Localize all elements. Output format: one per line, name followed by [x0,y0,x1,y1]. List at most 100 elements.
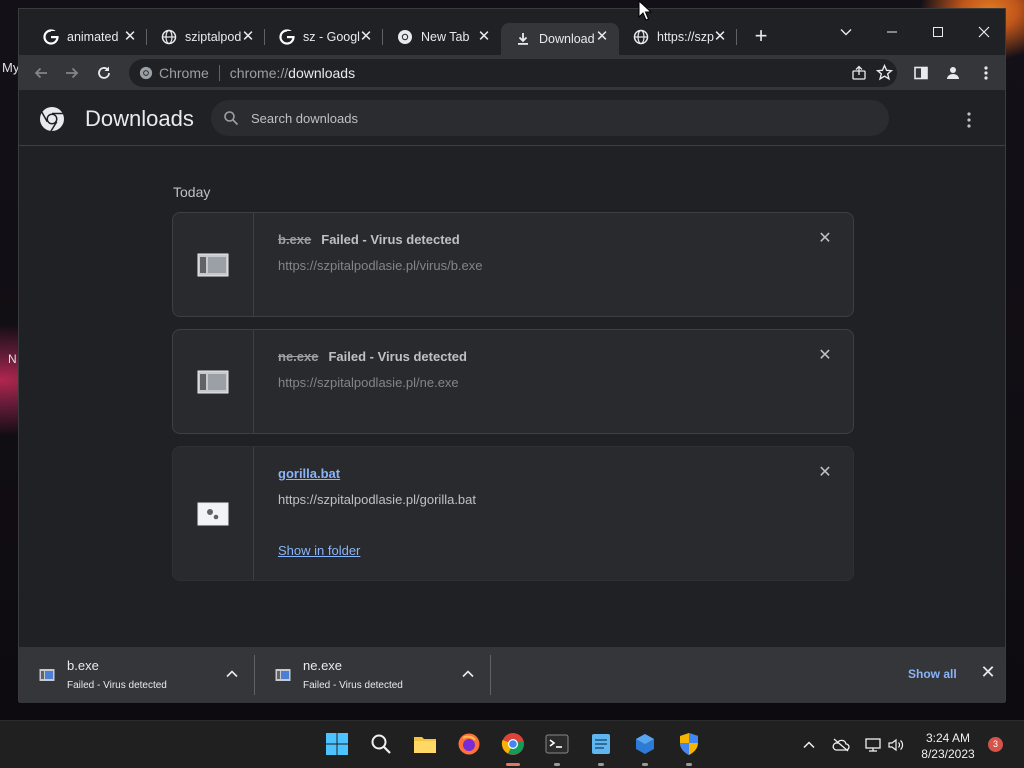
clock-time: 3:24 AM [925,731,971,745]
tab-google-search[interactable]: sz - Googl ✕ [265,23,383,51]
running-indicator [506,763,520,766]
exe-file-icon [197,370,229,393]
search-box[interactable] [211,100,889,136]
show-all-button[interactable]: Show all [908,667,957,681]
security-button[interactable] [676,731,702,757]
chevron-up-icon[interactable] [225,667,239,681]
browser-toolbar: Chrome chrome://downloads [19,55,1005,91]
tab-sziptalpod[interactable]: sziptalpod ✕ [147,23,265,51]
close-icon[interactable]: ✕ [711,28,729,46]
globe-icon [161,29,177,45]
close-icon[interactable]: ✕ [593,28,611,46]
tab-separator [736,29,737,45]
remove-download-button[interactable]: ✕ [817,348,833,364]
folder-icon [414,737,436,753]
window-close-button[interactable] [961,17,1007,47]
tab-new-tab[interactable]: New Tab ✕ [383,23,501,51]
notepad-button[interactable] [588,731,614,757]
terminal-button[interactable] [544,731,570,757]
notification-badge[interactable]: 3 [988,737,1003,752]
search-button[interactable] [368,731,394,757]
shelf-item-name: ne.exe [303,658,343,673]
file-explorer-button[interactable] [412,731,438,757]
tab-downloads[interactable]: Download ✕ [501,23,619,55]
running-indicator [686,763,692,766]
maximize-button[interactable] [915,17,961,47]
app-button[interactable] [632,731,658,757]
notepad-icon [592,734,610,754]
close-icon [978,26,990,38]
back-button[interactable] [29,61,53,85]
shelf-item-name: b.exe [67,658,99,673]
running-indicator [642,763,648,766]
download-filename-link[interactable]: gorilla.bat [278,466,340,481]
download-card: b.exe Failed - Virus detected https://szp… [172,212,854,317]
close-shelf-button[interactable]: ✕ [979,663,997,681]
maximize-icon [933,26,943,37]
side-panel-icon [914,66,928,80]
star-icon[interactable] [875,63,894,84]
cloud-off-icon [832,738,850,752]
network-tray[interactable] [863,735,883,755]
tab-url[interactable]: https://szp ✕ [619,23,737,51]
shelf-item[interactable]: ne.exe Failed - Virus detected [255,653,491,697]
minimize-button[interactable] [869,17,915,47]
downloads-page: Downloads Today b.exe Failed - Virus dete… [19,92,1005,646]
cube-app-icon [636,734,654,754]
browser-menu-button[interactable] [974,61,998,85]
minimize-icon [887,31,897,33]
close-icon[interactable]: ✕ [121,28,139,46]
bat-file-icon [197,502,229,525]
search-icon [371,734,391,754]
terminal-icon [545,734,569,754]
chrome-icon [501,733,524,755]
close-icon[interactable]: ✕ [357,28,375,46]
download-card: ne.exe Failed - Virus detected https://sz… [172,329,854,434]
address-bar[interactable]: Chrome chrome://downloads [129,59,897,87]
close-icon[interactable]: ✕ [475,28,493,46]
google-icon [279,29,295,45]
onedrive-tray[interactable] [831,735,851,755]
start-button[interactable] [324,731,350,757]
close-icon[interactable]: ✕ [239,28,257,46]
remove-download-button[interactable]: ✕ [817,231,833,247]
downloads-menu-button[interactable] [959,110,979,130]
show-in-folder-link[interactable]: Show in folder [278,543,360,558]
page-header: Downloads [19,92,1005,146]
windows-logo-icon [326,733,348,755]
firefox-button[interactable] [456,731,482,757]
chrome-icon [139,66,153,80]
google-icon [43,29,59,45]
download-url[interactable]: https://szpitalpodlasie.pl/gorilla.bat [278,492,476,507]
speaker-icon [888,738,904,752]
share-icon[interactable] [851,65,867,84]
shelf-item[interactable]: b.exe Failed - Virus detected [19,653,255,697]
filename-text: b.exe [278,232,312,247]
site-chip: Chrome [159,65,209,81]
search-input[interactable] [251,110,851,126]
taskbar-clock[interactable]: 3:24 AM 8/23/2023 [912,730,984,762]
forward-button[interactable] [60,61,84,85]
download-status: Failed - Virus detected [321,232,460,247]
globe-icon [633,29,649,45]
show-hidden-icons-button[interactable] [799,735,819,755]
tab-strip: animated ✕ sziptalpod ✕ sz - Googl ✕ New… [19,9,1005,55]
download-url[interactable]: https://szpitalpodlasie.pl/ne.exe [278,375,459,390]
person-icon [947,67,959,79]
file-icon-column [173,447,254,580]
remove-download-button[interactable]: ✕ [817,465,833,481]
tab-search-button[interactable] [823,17,869,47]
reload-button[interactable] [92,61,116,85]
shield-icon [680,733,698,755]
new-tab-button[interactable]: + [749,25,773,49]
volume-tray[interactable] [886,735,906,755]
chevron-up-icon[interactable] [461,667,475,681]
tab-animated[interactable]: animated ✕ [29,23,147,51]
chrome-button[interactable] [500,731,526,757]
file-icon-column [173,213,254,316]
download-status: Failed - Virus detected [328,349,467,364]
side-panel-button[interactable] [909,61,933,85]
profile-button[interactable] [941,61,965,85]
exe-file-icon [275,669,291,681]
download-url[interactable]: https://szpitalpodlasie.pl/virus/b.exe [278,258,483,273]
